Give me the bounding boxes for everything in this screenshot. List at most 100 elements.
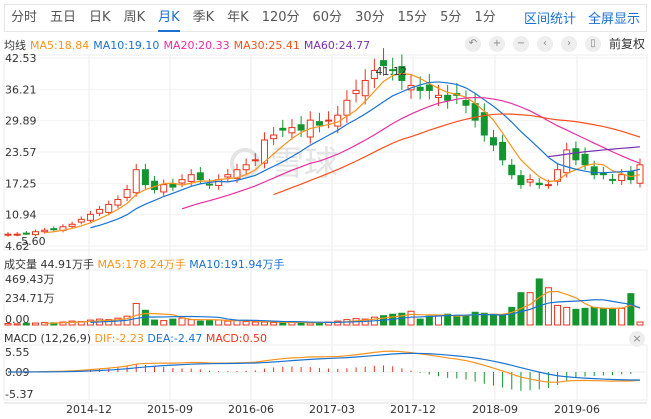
candle-body [489, 137, 497, 146]
volume-bar [242, 321, 250, 326]
x-tick-label: 2016-06 [228, 403, 274, 416]
x-tick-label: 2019-06 [554, 403, 600, 416]
volume-ma10: MA10:191.94万手 [189, 258, 285, 271]
volume-bar [132, 302, 140, 326]
volume-bar [206, 320, 214, 326]
candle-body [13, 233, 21, 236]
volume-bar [416, 318, 424, 326]
volume-bar [563, 306, 571, 326]
candle-body [572, 148, 580, 161]
candle-body [526, 179, 534, 183]
volume-bar [609, 307, 617, 326]
candle-body [196, 172, 204, 181]
candle-body [288, 127, 296, 134]
volume-bar [4, 323, 12, 326]
candle-body [105, 203, 113, 213]
candle-body [187, 174, 195, 182]
candle-body [160, 184, 168, 193]
volume-bar [196, 320, 204, 326]
candle-body [499, 141, 507, 161]
candle-body [206, 183, 214, 186]
candle-body [508, 164, 516, 176]
macd-dif: DIF:-2.23 [94, 332, 144, 345]
volume-bar [160, 320, 168, 326]
candle-body [416, 86, 424, 91]
volume-bar [572, 308, 580, 326]
candle-body [68, 223, 76, 227]
candle-body [297, 124, 305, 131]
candle-body [636, 164, 644, 184]
candle-body [270, 134, 278, 140]
volume-bar [627, 293, 635, 326]
x-tick-label: 2018-09 [472, 403, 518, 416]
volume-bar [178, 317, 186, 326]
volume-bar [590, 306, 598, 326]
candle-body [132, 169, 140, 194]
volume-bar [279, 322, 287, 326]
volume-bar [636, 321, 644, 326]
candle-body [609, 178, 617, 181]
price-axis-label: 42.53 [5, 52, 37, 65]
price-axis-label: 29.89 [5, 115, 37, 128]
candle-body [224, 174, 232, 178]
candle-body [462, 100, 470, 106]
price-axis-label: 23.57 [5, 146, 37, 159]
min-price-label: 5.60 [21, 235, 46, 248]
candle-body [618, 174, 626, 182]
candle-body [4, 233, 12, 236]
volume-bar [13, 323, 21, 326]
x-tick-label: 2017-12 [390, 403, 436, 416]
volume-bar [270, 322, 278, 326]
candle-body [581, 153, 589, 166]
candle-body [242, 164, 250, 171]
volume-axis-label: 469.43万 [5, 273, 55, 286]
macd-close-button[interactable]: × [629, 331, 645, 347]
macd-axis-label: 5.55 [5, 346, 30, 359]
price-axis-label: 36.21 [5, 83, 37, 96]
volume-bar [535, 278, 543, 326]
macd-axis-label: -5.37 [5, 388, 33, 401]
macd-legend: MACD (12,26,9) DIF:-2.23 DEA:-2.47 MACD:… [4, 332, 267, 345]
volume-bar [22, 322, 30, 326]
candle-body [251, 159, 259, 162]
volume-bar [508, 306, 516, 326]
candle-body [535, 182, 543, 186]
x-tick-label: 2015-09 [147, 403, 193, 416]
candle-body [50, 228, 58, 231]
candle-body [114, 198, 122, 206]
candle-body [434, 94, 442, 99]
volume-bar [260, 321, 268, 326]
candle-body [425, 84, 433, 91]
volume-bar [251, 321, 259, 326]
volume-bar [425, 315, 433, 326]
volume-bar [453, 315, 461, 326]
volume-bar [499, 314, 507, 326]
x-tick-label: 2017-03 [309, 403, 355, 416]
watermark: 雪球 [270, 144, 338, 184]
candle-body [169, 183, 177, 188]
dif-line [8, 350, 641, 383]
candle-body [343, 99, 351, 116]
volume-bar [462, 315, 470, 326]
volume-bar [151, 319, 159, 326]
candle-body [178, 179, 186, 184]
candle-body [444, 94, 452, 101]
candle-body [22, 232, 30, 235]
volume-ma5: MA5:178.24万手 [97, 258, 186, 271]
volume-bar [618, 307, 626, 326]
price-axis-label: 10.94 [5, 209, 37, 222]
candle-body [361, 79, 369, 97]
price-axis-label: 17.25 [5, 177, 37, 190]
candle-body [352, 89, 360, 95]
candle-body [315, 121, 323, 126]
kline-chart: 2014-12 2015-09 2016-06 2017-03 2017-12 2018-… [3, 48, 648, 416]
volume-bar [306, 322, 314, 326]
macd-title: MACD (12,26,9) [4, 332, 92, 345]
candle-body [77, 218, 85, 223]
volume-title: 成交量 44.91万手 [4, 258, 94, 271]
ma5-line [44, 72, 641, 234]
macd-dea: DEA:-2.47 [147, 332, 203, 345]
candle-body [544, 184, 552, 187]
volume-bar [599, 307, 607, 326]
candle-body [279, 127, 287, 131]
